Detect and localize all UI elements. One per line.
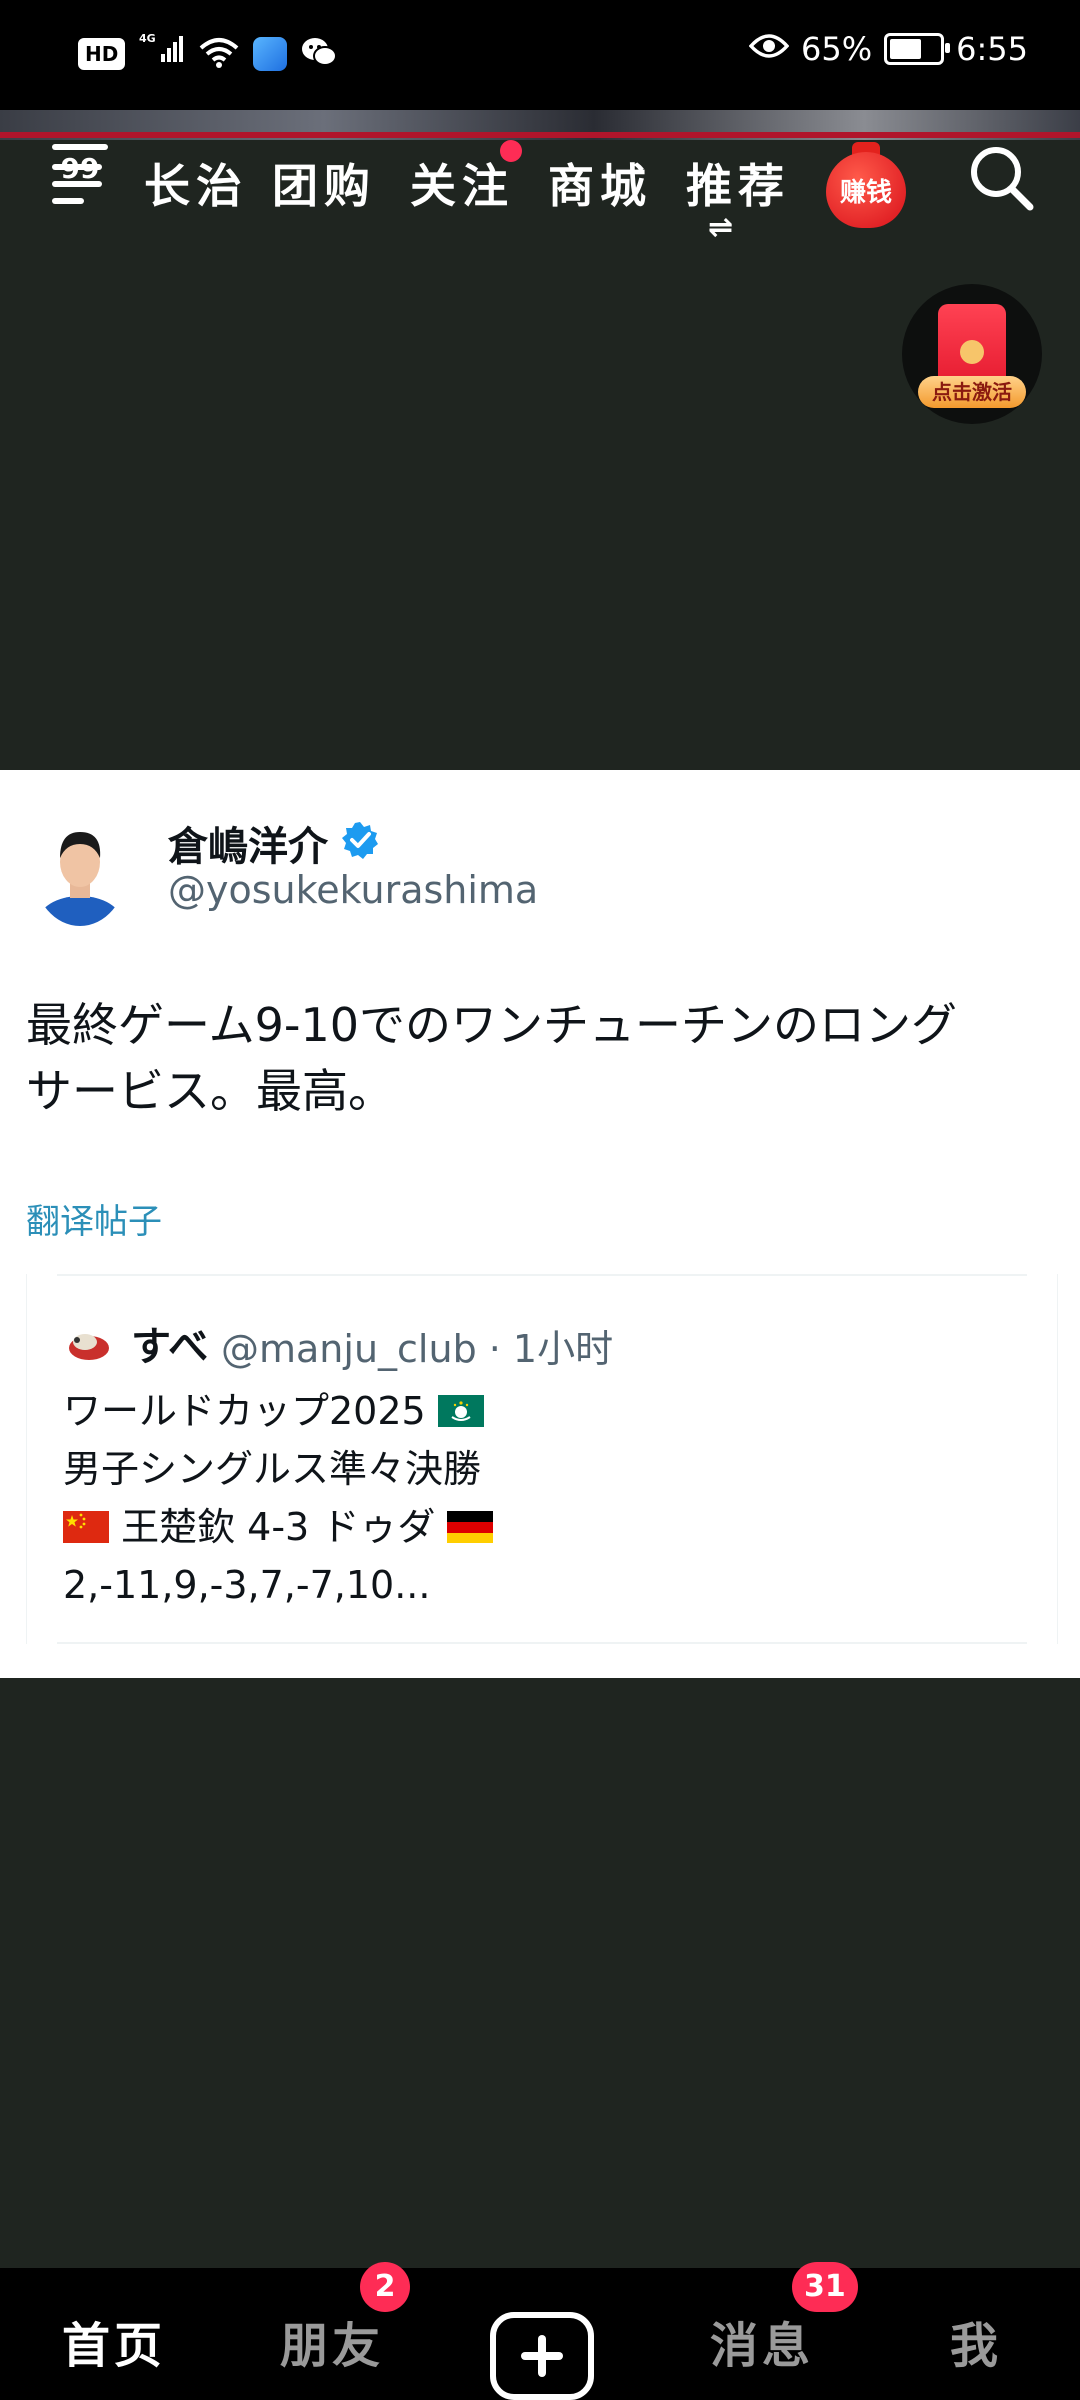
network-type: 4G bbox=[139, 32, 156, 45]
menu-badge: 99 bbox=[52, 144, 108, 185]
tab-recommended[interactable]: 推荐 bbox=[686, 150, 790, 216]
menu-line bbox=[52, 198, 84, 204]
battery-percent: 65% bbox=[801, 30, 873, 68]
quote-bottom-divider bbox=[57, 1642, 1027, 1644]
coin-icon bbox=[960, 340, 984, 364]
status-bar: HD 4G 65% 6:55 bbox=[0, 0, 1080, 110]
nav-home[interactable]: 首页 bbox=[62, 2306, 166, 2376]
author-handle[interactable]: @yosukekurashima bbox=[168, 868, 538, 912]
top-nav: 99 长治 团购 关注 商城 推荐 ⇌ 赚钱 bbox=[0, 140, 1080, 250]
wifi-icon bbox=[199, 36, 239, 72]
battery-icon bbox=[884, 33, 951, 65]
quote-top-divider bbox=[57, 1274, 1027, 1276]
status-left: HD 4G bbox=[78, 32, 338, 75]
nav-messages[interactable]: 消息 bbox=[710, 2306, 814, 2376]
tab-mall[interactable]: 商城 bbox=[548, 150, 652, 216]
tab-group-buy[interactable]: 团购 bbox=[272, 150, 376, 216]
video-progress-line bbox=[0, 132, 1080, 138]
browser-app-icon bbox=[253, 36, 288, 71]
macau-flag-icon bbox=[437, 1385, 484, 1427]
quote-line-1: ワールドカップ2025 bbox=[63, 1389, 426, 1433]
create-post-button[interactable] bbox=[490, 2312, 594, 2400]
quoted-tweet[interactable]: すべ @manju_club · 1小时 ワールドカップ2025 男子シングルス… bbox=[26, 1274, 1058, 1644]
quote-text: ワールドカップ2025 男子シングルス準々決勝 王楚欽 4-3 ドゥダ 2,-1… bbox=[63, 1382, 1023, 1614]
quote-line: 男子シングルス準々決勝 bbox=[63, 1440, 1023, 1498]
bottom-nav: 首页 朋友 2 消息 31 我 bbox=[0, 2262, 1080, 2400]
activate-label: 点击激活 bbox=[918, 376, 1026, 408]
status-right: 65% 6:55 bbox=[748, 30, 1028, 68]
earn-label: 赚钱 bbox=[839, 178, 892, 208]
quote-author-name: すべ bbox=[131, 1324, 209, 1370]
verified-badge-icon bbox=[340, 820, 380, 860]
hd-icon: HD bbox=[78, 37, 126, 70]
wechat-icon bbox=[301, 36, 338, 72]
tab-local[interactable]: 长治 bbox=[144, 150, 248, 216]
friends-badge: 2 bbox=[360, 2262, 410, 2312]
quote-line-3: 王楚欽 4-3 ドゥダ bbox=[121, 1505, 436, 1549]
battery-fill bbox=[890, 39, 922, 59]
quote-line: 王楚欽 4-3 ドゥダ bbox=[63, 1498, 1023, 1556]
nav-friends[interactable]: 朋友 bbox=[280, 2306, 384, 2376]
signal-icon: 4G bbox=[139, 32, 185, 75]
following-notification-dot bbox=[500, 140, 522, 162]
quote-line-2: 男子シングルス準々決勝 bbox=[63, 1447, 482, 1491]
eye-icon bbox=[748, 30, 790, 68]
menu-button[interactable]: 99 bbox=[52, 144, 108, 210]
nav-me[interactable]: 我 bbox=[950, 2306, 1002, 2376]
quote-line: 2,-11,9,-3,7,-7,10... bbox=[63, 1556, 1023, 1614]
earn-money-button[interactable]: 赚钱 bbox=[826, 142, 906, 228]
tab-following[interactable]: 关注 bbox=[410, 150, 514, 216]
quote-line-4: 2,-11,9,-3,7,-7,10... bbox=[63, 1563, 431, 1607]
quote-handle-time: @manju_club · 1小时 bbox=[221, 1327, 614, 1371]
swap-icon[interactable]: ⇌ bbox=[708, 210, 733, 245]
tweet-card: 倉嶋洋介 @yosukekurashima 最終ゲーム9-10でのワンチューチン… bbox=[0, 770, 1080, 1678]
red-envelope-widget[interactable]: 点击激活 bbox=[902, 284, 1042, 424]
author-avatar[interactable] bbox=[34, 818, 126, 926]
china-flag-icon bbox=[63, 1501, 109, 1543]
tweet-text: 最終ゲーム9-10でのワンチューチンのロング サービス。最高。 bbox=[26, 998, 958, 1118]
germany-flag-icon bbox=[447, 1501, 494, 1543]
quote-line: ワールドカップ2025 bbox=[63, 1382, 1023, 1440]
quote-avatar bbox=[63, 1318, 117, 1372]
search-icon[interactable] bbox=[966, 144, 1036, 214]
clock: 6:55 bbox=[956, 30, 1028, 68]
translate-post-link[interactable]: 翻译帖子 bbox=[26, 1194, 162, 1243]
author-name[interactable]: 倉嶋洋介 bbox=[168, 814, 328, 872]
messages-badge: 31 bbox=[792, 2262, 858, 2312]
